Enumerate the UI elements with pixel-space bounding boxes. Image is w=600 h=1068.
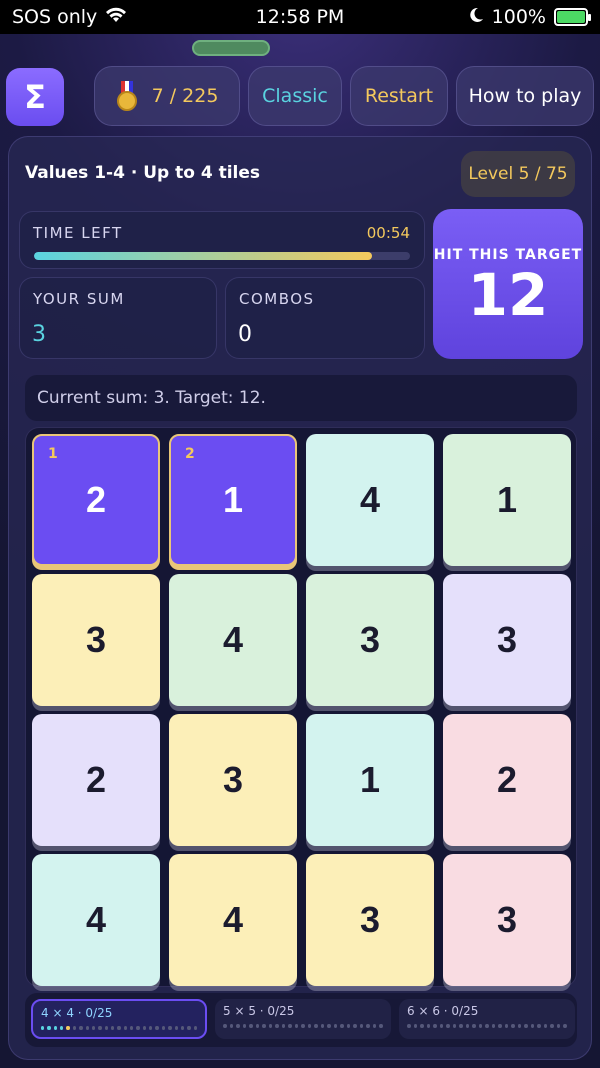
level-progress-dots bbox=[41, 1026, 197, 1030]
board-size-tab-1[interactable]: 4 × 4 · 0/25 bbox=[31, 999, 207, 1039]
tile-2-2[interactable]: 4 bbox=[169, 574, 297, 706]
score-button[interactable]: 7 / 225 bbox=[94, 66, 240, 126]
your-sum-value: 3 bbox=[32, 322, 46, 347]
tile-value: 2 bbox=[496, 759, 518, 800]
status-message: Current sum: 3. Target: 12. bbox=[25, 375, 577, 421]
combos-value: 0 bbox=[238, 322, 252, 347]
battery-icon bbox=[554, 8, 591, 26]
tile-board: 122141343323124433 bbox=[25, 427, 577, 987]
tile-value: 4 bbox=[222, 619, 244, 660]
tile-value: 4 bbox=[359, 479, 381, 520]
board-size-label: 4 × 4 · 0/25 bbox=[41, 1006, 113, 1020]
tile-3-2[interactable]: 3 bbox=[169, 714, 297, 846]
tile-1-3[interactable]: 4 bbox=[306, 434, 434, 566]
tile-value: 3 bbox=[85, 619, 107, 660]
tile-3-4[interactable]: 2 bbox=[443, 714, 571, 846]
carrier-text: SOS only bbox=[12, 6, 98, 28]
tile-2-4[interactable]: 3 bbox=[443, 574, 571, 706]
tile-1-1[interactable]: 12 bbox=[32, 434, 160, 566]
combos-label: COMBOS bbox=[239, 290, 315, 308]
tile-1-4[interactable]: 1 bbox=[443, 434, 571, 566]
tile-order-badge: 1 bbox=[48, 446, 58, 462]
tile-value: 4 bbox=[222, 899, 244, 940]
status-bar: SOS only 12:58 PM 100% bbox=[0, 0, 600, 34]
moon-icon bbox=[468, 6, 484, 28]
tile-value: 2 bbox=[85, 479, 107, 520]
time-bar bbox=[34, 252, 410, 260]
tile-2-3[interactable]: 3 bbox=[306, 574, 434, 706]
tile-1-2[interactable]: 21 bbox=[169, 434, 297, 566]
size-progress-strip: 4 × 4 · 0/25 5 × 5 · 0/25 6 × 6 · 0/25 bbox=[25, 993, 577, 1047]
time-bar-fill bbox=[34, 252, 373, 260]
tile-2-1[interactable]: 3 bbox=[32, 574, 160, 706]
level-progress-dots bbox=[223, 1024, 383, 1028]
medal-icon bbox=[116, 81, 138, 111]
tile-3-1[interactable]: 2 bbox=[32, 714, 160, 846]
level-badge: Level 5 / 75 bbox=[461, 151, 575, 197]
wifi-icon bbox=[105, 6, 127, 28]
tile-4-3[interactable]: 3 bbox=[306, 854, 434, 986]
your-sum-panel: YOUR SUM 3 bbox=[19, 277, 217, 359]
combos-panel: COMBOS 0 bbox=[225, 277, 425, 359]
target-panel: HIT THIS TARGET 12 bbox=[433, 209, 583, 359]
top-toolbar: Σ 7 / 225 Classic Restart How to play bbox=[6, 64, 594, 126]
tile-value: 3 bbox=[496, 899, 518, 940]
tile-4-4[interactable]: 3 bbox=[443, 854, 571, 986]
game-card: Values 1-4 · Up to 4 tiles Level 5 / 75 … bbox=[8, 136, 592, 1060]
tile-value: 3 bbox=[222, 759, 244, 800]
tile-value: 4 bbox=[85, 899, 107, 940]
tile-value: 3 bbox=[359, 619, 381, 660]
tile-value: 1 bbox=[222, 479, 244, 520]
battery-percent: 100% bbox=[491, 6, 546, 28]
drag-handle[interactable] bbox=[192, 40, 270, 56]
how-to-play-button[interactable]: How to play bbox=[456, 66, 594, 126]
tile-grid: 122141343323124433 bbox=[32, 428, 572, 988]
level-progress-dots bbox=[407, 1024, 567, 1028]
restart-button[interactable]: Restart bbox=[350, 66, 448, 126]
tile-value: 3 bbox=[359, 899, 381, 940]
tile-order-badge: 2 bbox=[185, 446, 195, 462]
board-size-label: 6 × 6 · 0/25 bbox=[407, 1004, 479, 1018]
app-logo-button[interactable]: Σ bbox=[6, 68, 64, 126]
sigma-icon: Σ bbox=[24, 78, 46, 116]
mode-button[interactable]: Classic bbox=[248, 66, 342, 126]
target-value: 12 bbox=[467, 261, 549, 329]
tile-value: 2 bbox=[85, 759, 107, 800]
tile-4-2[interactable]: 4 bbox=[169, 854, 297, 986]
score-text: 7 / 225 bbox=[151, 85, 219, 107]
your-sum-label: YOUR SUM bbox=[33, 290, 125, 308]
tile-value: 1 bbox=[496, 479, 518, 520]
board-size-label: 5 × 5 · 0/25 bbox=[223, 1004, 295, 1018]
tile-value: 3 bbox=[496, 619, 518, 660]
time-left-label: TIME LEFT bbox=[33, 224, 123, 242]
tile-value: 1 bbox=[359, 759, 381, 800]
board-size-tab-3[interactable]: 6 × 6 · 0/25 bbox=[399, 999, 575, 1039]
tile-3-3[interactable]: 1 bbox=[306, 714, 434, 846]
board-size-tab-2[interactable]: 5 × 5 · 0/25 bbox=[215, 999, 391, 1039]
timer-panel: TIME LEFT 00:54 bbox=[19, 211, 425, 269]
rules-subtitle: Values 1-4 · Up to 4 tiles bbox=[25, 163, 260, 183]
tile-4-1[interactable]: 4 bbox=[32, 854, 160, 986]
time-left-value: 00:54 bbox=[366, 224, 410, 242]
